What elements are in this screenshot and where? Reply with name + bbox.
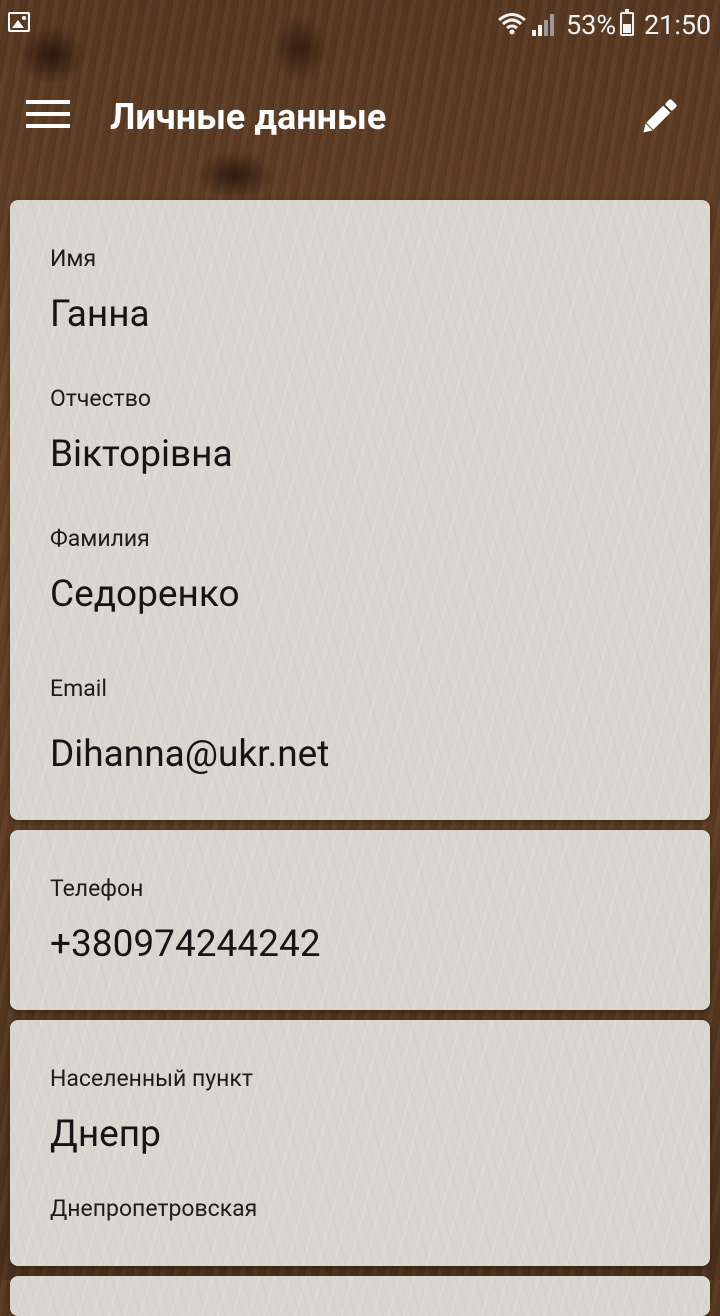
email-label: Email — [50, 675, 107, 702]
status-bar: 53% 21:50 — [0, 0, 720, 50]
signal-icon — [532, 14, 554, 36]
phone-label: Телефон — [50, 875, 144, 902]
last-name-value: Седоренко — [50, 573, 240, 616]
page-title: Личные данные — [110, 96, 387, 138]
phone-value: +380974244242 — [50, 923, 321, 966]
region-value: Днепропетровская — [50, 1195, 258, 1222]
email-value: Dihanna@ukr.net — [50, 733, 330, 776]
location-card: Населенный пункт Днепр Днепропетровская — [10, 1020, 710, 1266]
patronymic-label: Отчество — [50, 385, 151, 412]
battery-percent: 53% — [566, 9, 617, 41]
city-label: Населенный пункт — [50, 1065, 253, 1092]
first-name-value: Ганна — [50, 293, 150, 336]
first-name-label: Имя — [50, 245, 97, 272]
wifi-icon — [498, 13, 526, 35]
next-card — [10, 1276, 710, 1316]
gallery-icon — [8, 12, 30, 32]
clock: 21:50 — [644, 9, 712, 41]
phone-card: Телефон +380974244242 — [10, 830, 710, 1010]
battery-icon — [620, 9, 634, 36]
last-name-label: Фамилия — [50, 525, 150, 552]
menu-icon[interactable] — [26, 100, 70, 132]
personal-info-card: Имя Ганна Отчество Вікторівна Фамилия Се… — [10, 200, 710, 820]
patronymic-value: Вікторівна — [50, 433, 233, 476]
pencil-icon[interactable] — [636, 94, 682, 140]
city-value: Днепр — [50, 1113, 161, 1156]
